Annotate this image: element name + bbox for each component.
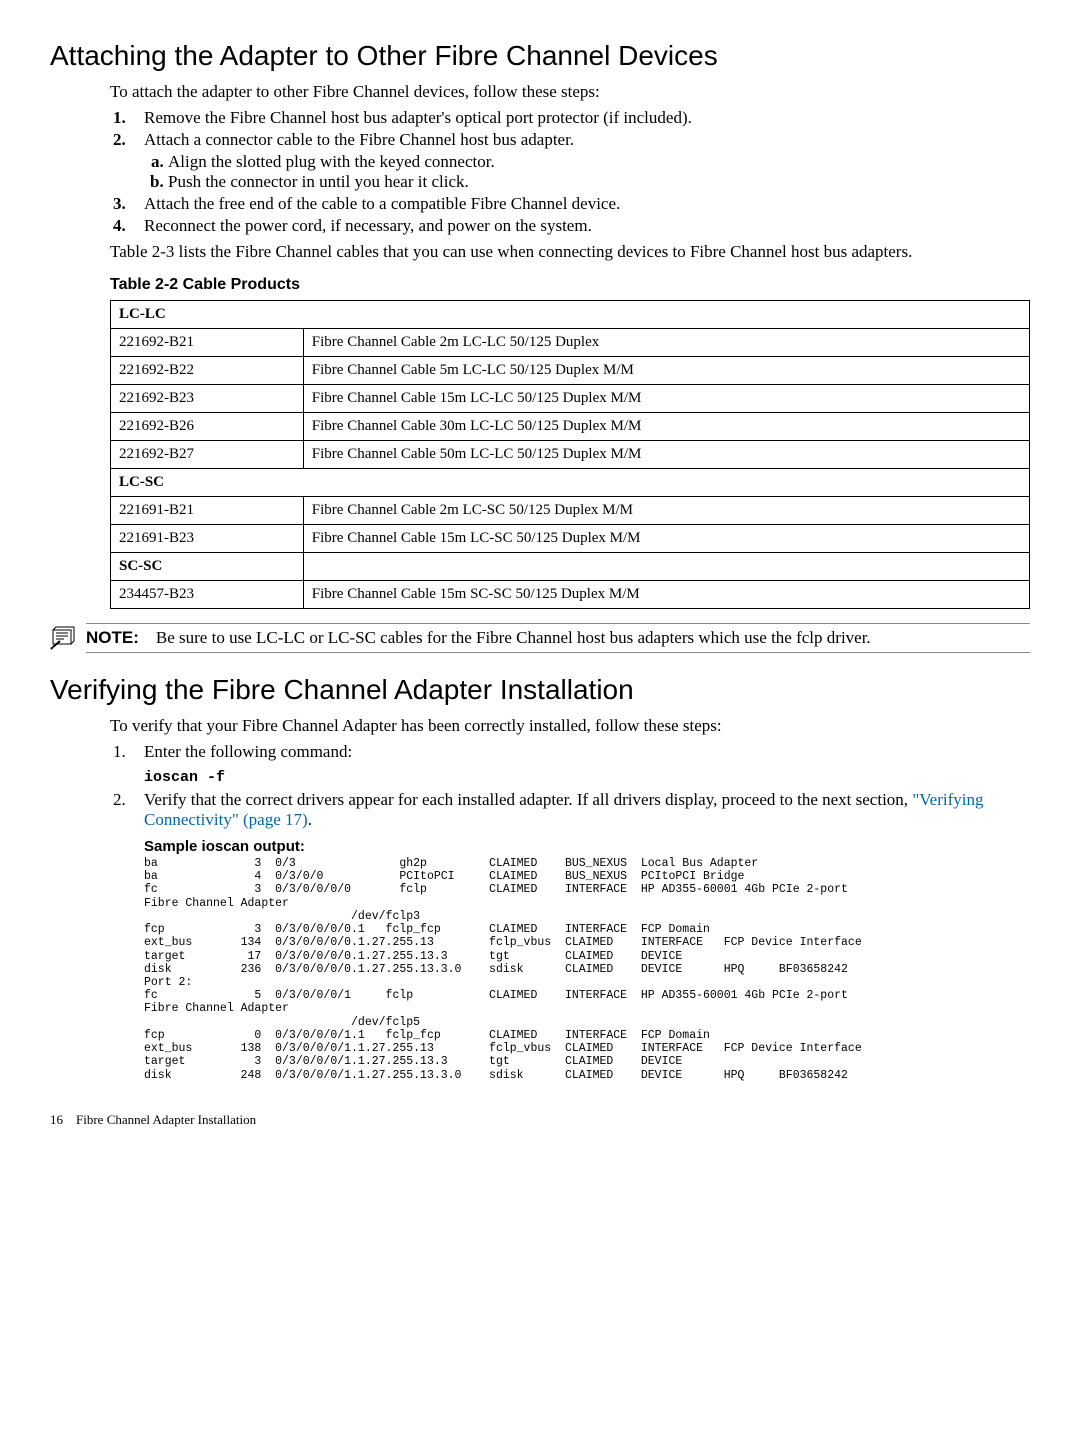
- verify-step-1: Enter the following command: ioscan -f: [130, 742, 1030, 786]
- table-row: 221692-B22Fibre Channel Cable 5m LC-LC 5…: [111, 357, 1030, 385]
- step-2a: Align the slotted plug with the keyed co…: [168, 152, 1030, 172]
- part-no: 221692-B23: [111, 385, 304, 413]
- cable-products-table: LC-LC 221692-B21Fibre Channel Cable 2m L…: [110, 300, 1030, 609]
- step-1: Remove the Fibre Channel host bus adapte…: [130, 108, 1030, 128]
- table-row: 221692-B23Fibre Channel Cable 15m LC-LC …: [111, 385, 1030, 413]
- attach-steps: Remove the Fibre Channel host bus adapte…: [110, 108, 1030, 236]
- part-no: 221692-B27: [111, 441, 304, 469]
- part-desc: Fibre Channel Cable 15m LC-LC 50/125 Dup…: [303, 385, 1029, 413]
- table-caption: Table 2-2 Cable Products: [110, 276, 1030, 294]
- part-no: 221691-B23: [111, 525, 304, 553]
- table-header-scsc: SC-SC: [111, 553, 304, 581]
- table-row: 234457-B23Fibre Channel Cable 15m SC-SC …: [111, 581, 1030, 609]
- page-footer: 16 Fibre Channel Adapter Installation: [50, 1112, 1030, 1128]
- verify-steps: Enter the following command: ioscan -f V…: [110, 742, 1030, 1082]
- step-3: Attach the free end of the cable to a co…: [130, 194, 1030, 214]
- empty-cell: [303, 553, 1029, 581]
- part-no: 221692-B26: [111, 413, 304, 441]
- step-4: Reconnect the power cord, if necessary, …: [130, 216, 1030, 236]
- attach-intro: To attach the adapter to other Fibre Cha…: [110, 82, 1030, 102]
- part-desc: Fibre Channel Cable 5m LC-LC 50/125 Dupl…: [303, 357, 1029, 385]
- step-2-sub: Align the slotted plug with the keyed co…: [144, 152, 1030, 192]
- table-ref: Table 2-3 lists the Fibre Channel cables…: [110, 242, 1030, 262]
- part-desc: Fibre Channel Cable 15m SC-SC 50/125 Dup…: [303, 581, 1029, 609]
- part-desc: Fibre Channel Cable 50m LC-LC 50/125 Dup…: [303, 441, 1029, 469]
- ioscan-command: ioscan -f: [144, 769, 225, 786]
- part-no: 221691-B21: [111, 497, 304, 525]
- table-row: 221692-B26Fibre Channel Cable 30m LC-LC …: [111, 413, 1030, 441]
- step-2-text: Attach a connector cable to the Fibre Ch…: [144, 130, 574, 149]
- verify-step-2: Verify that the correct drivers appear f…: [130, 790, 1030, 1082]
- note-body: Be sure to use LC-LC or LC-SC cables for…: [156, 628, 871, 647]
- footer-title: Fibre Channel Adapter Installation: [76, 1112, 256, 1127]
- table-header-lclc: LC-LC: [111, 301, 1030, 329]
- verify-step-1-text: Enter the following command:: [144, 742, 352, 761]
- step-2: Attach a connector cable to the Fibre Ch…: [130, 130, 1030, 192]
- note-block: NOTE: Be sure to use LC-LC or LC-SC cabl…: [50, 623, 1030, 656]
- note-label: NOTE:: [86, 628, 139, 647]
- sample-output-heading: Sample ioscan output:: [144, 838, 1030, 855]
- part-no: 234457-B23: [111, 581, 304, 609]
- part-no: 221692-B22: [111, 357, 304, 385]
- verify-step-2-text: Verify that the correct drivers appear f…: [144, 790, 912, 809]
- table-row: 221691-B23Fibre Channel Cable 15m LC-SC …: [111, 525, 1030, 553]
- table-header-lcsc: LC-SC: [111, 469, 1030, 497]
- part-no: 221692-B21: [111, 329, 304, 357]
- note-icon: [50, 623, 86, 656]
- verify-step-2-end: .: [308, 810, 312, 829]
- step-2b: Push the connector in until you hear it …: [168, 172, 1030, 192]
- ioscan-output: ba 3 0/3 gh2p CLAIMED BUS_NEXUS Local Bu…: [144, 857, 1030, 1082]
- verify-intro: To verify that your Fibre Channel Adapte…: [110, 716, 1030, 736]
- table-row: 221692-B27Fibre Channel Cable 50m LC-LC …: [111, 441, 1030, 469]
- part-desc: Fibre Channel Cable 30m LC-LC 50/125 Dup…: [303, 413, 1029, 441]
- part-desc: Fibre Channel Cable 2m LC-LC 50/125 Dupl…: [303, 329, 1029, 357]
- table-row: 221691-B21Fibre Channel Cable 2m LC-SC 5…: [111, 497, 1030, 525]
- table-row: SC-SC: [111, 553, 1030, 581]
- page-number: 16: [50, 1112, 63, 1127]
- part-desc: Fibre Channel Cable 15m LC-SC 50/125 Dup…: [303, 525, 1029, 553]
- part-desc: Fibre Channel Cable 2m LC-SC 50/125 Dupl…: [303, 497, 1029, 525]
- heading-attach: Attaching the Adapter to Other Fibre Cha…: [50, 40, 1030, 72]
- heading-verify: Verifying the Fibre Channel Adapter Inst…: [50, 674, 1030, 706]
- table-row: 221692-B21Fibre Channel Cable 2m LC-LC 5…: [111, 329, 1030, 357]
